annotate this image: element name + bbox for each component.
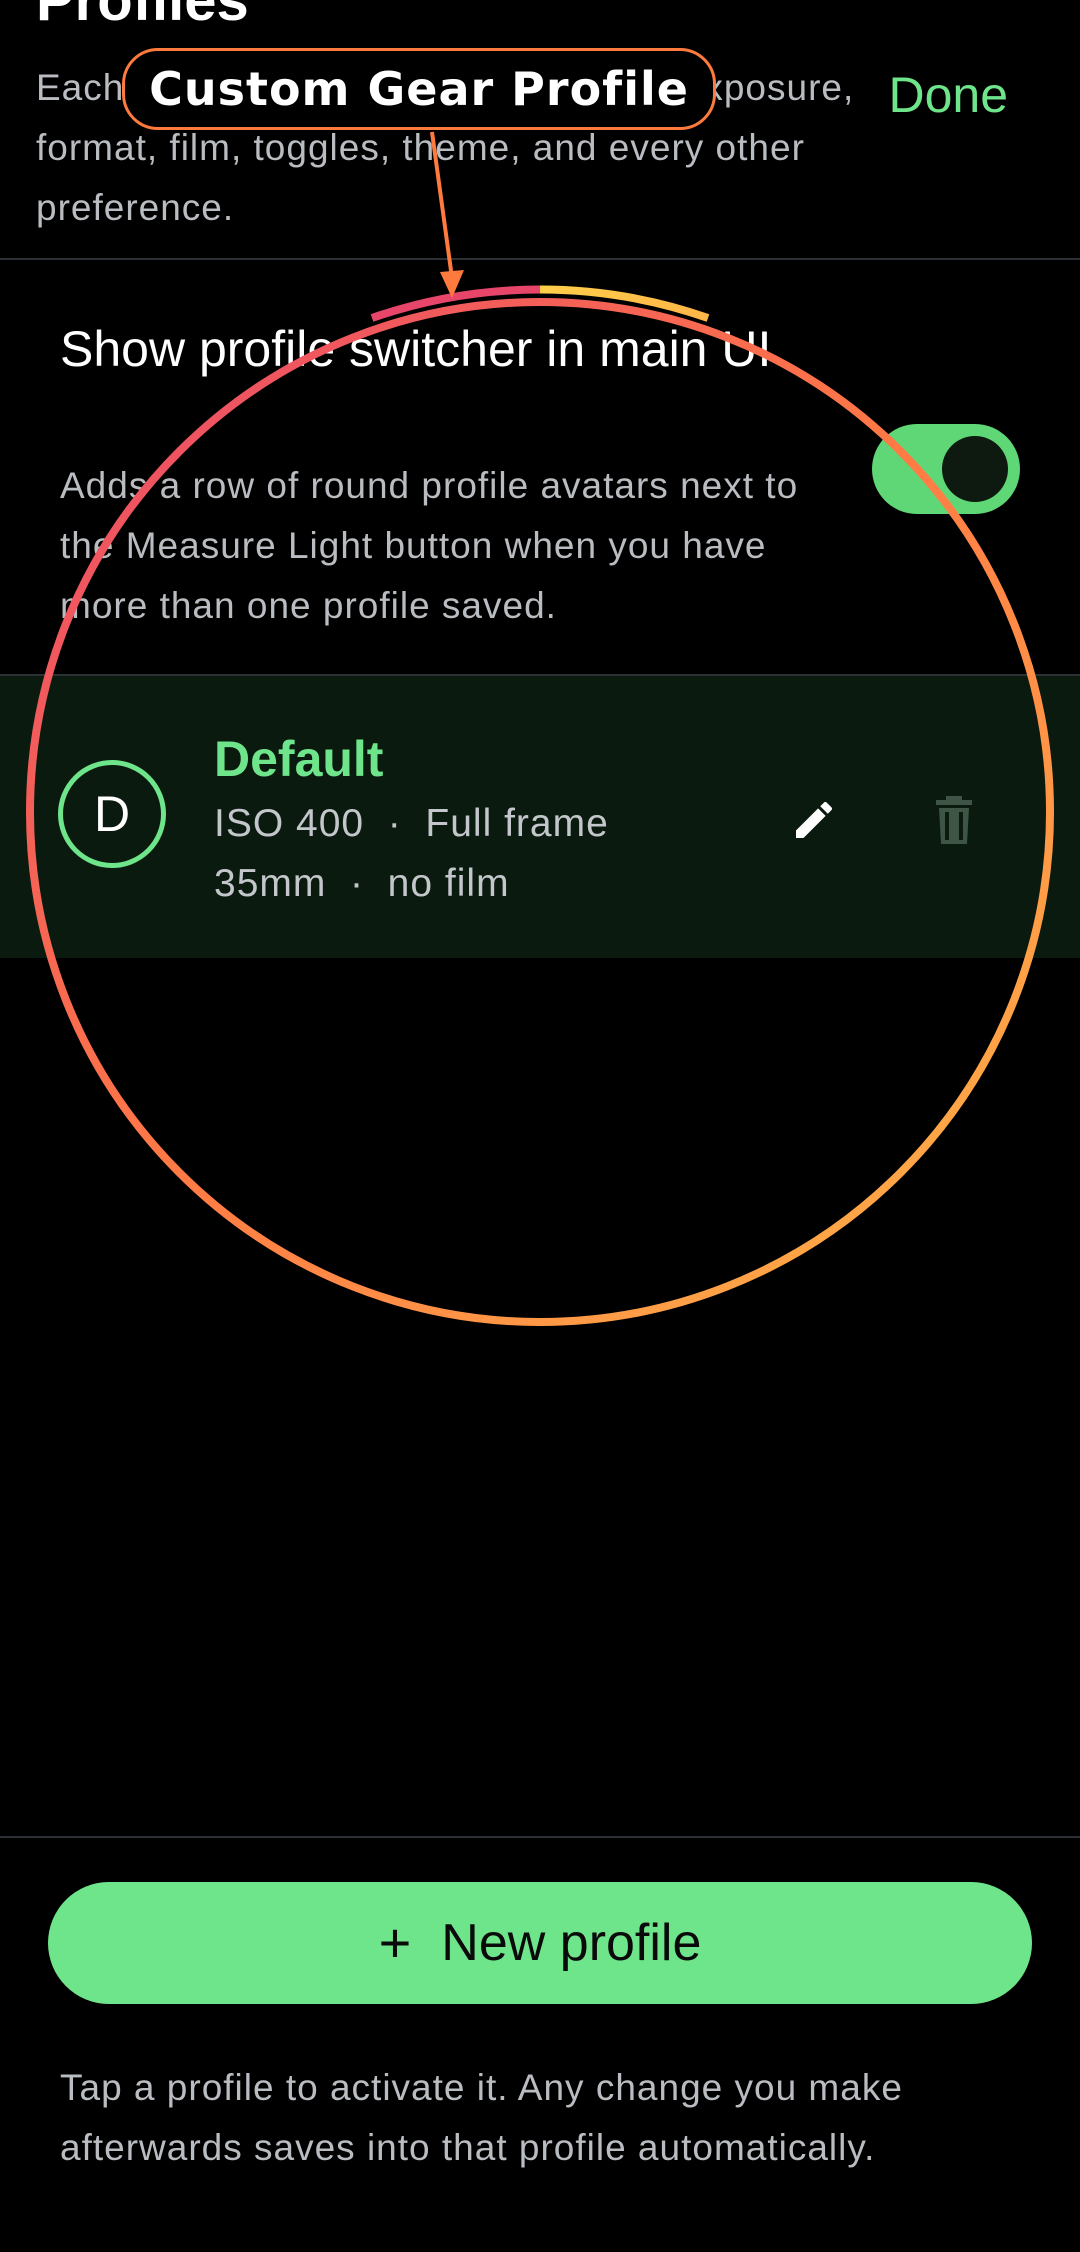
footer-divider [0, 1836, 1080, 1838]
switcher-setting-title: Show profile switcher in main UI [60, 321, 772, 377]
done-button[interactable]: Done [888, 66, 1008, 124]
custom-gear-profile-callout: Custom Gear Profile [122, 48, 716, 130]
profile-name: Default [214, 731, 384, 787]
profile-switcher-setting[interactable]: Show profile switcher in main UI Adds a … [0, 260, 1080, 674]
trash-icon[interactable] [934, 794, 974, 846]
page-title: Profiles [36, 0, 249, 33]
profile-meta-line: ISO 400 · Full frame [214, 802, 609, 845]
new-profile-label: New profile [441, 1914, 702, 1972]
profile-meta-line: 35mm · no film [214, 862, 510, 905]
profile-switcher-toggle[interactable] [872, 424, 1020, 514]
footer-note: Tap a profile to activate it. Any change… [60, 2067, 903, 2168]
new-profile-button[interactable]: + New profile [48, 1882, 1032, 2004]
switcher-setting-description: Adds a row of round profile avatars next… [60, 465, 799, 626]
pencil-icon[interactable] [790, 796, 838, 844]
profile-list-item[interactable]: D Default ISO 400 · Full frame 35mm · no… [0, 676, 1080, 958]
toggle-knob [942, 436, 1008, 502]
profile-avatar: D [58, 760, 166, 868]
plus-icon: + [378, 1911, 412, 1974]
profiles-screen: Profiles Each profile saves your entire … [0, 0, 1080, 2252]
